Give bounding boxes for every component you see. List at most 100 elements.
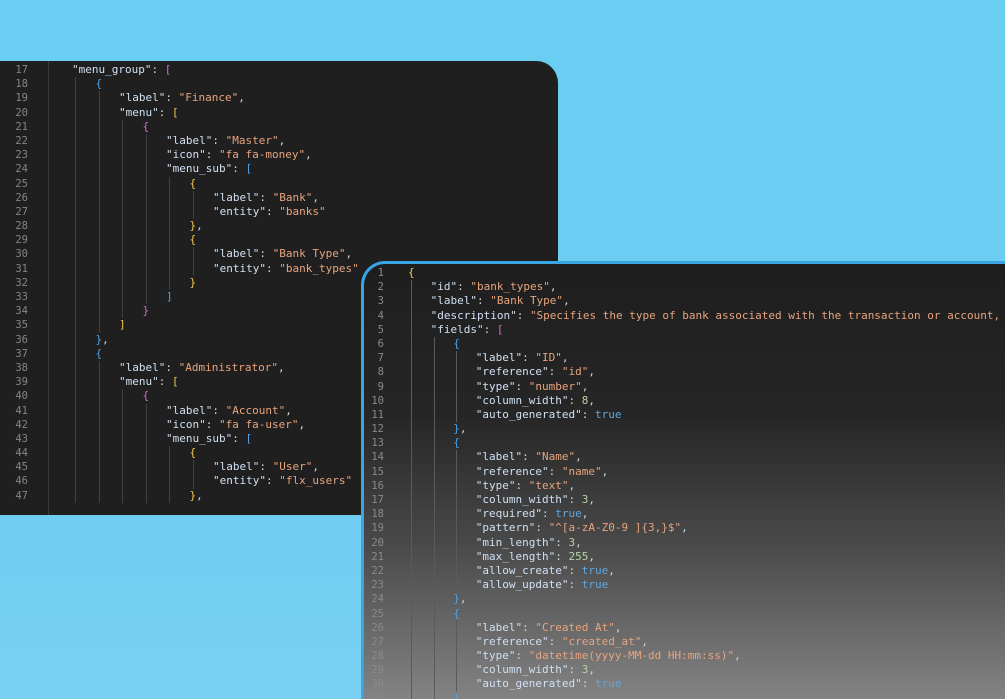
line-number: 24 (15, 163, 28, 176)
indent-guide (192, 460, 194, 475)
line-number: 36 (15, 333, 28, 346)
indent-guide (411, 507, 412, 522)
indent-guide (145, 133, 147, 149)
code-token: "entity" (213, 474, 266, 488)
line-number: 45 (15, 461, 28, 474)
code-text: "label": "Finance", (119, 91, 245, 105)
code-token: "label" (213, 460, 260, 474)
code-text: "label": "Bank", (213, 191, 319, 205)
indent-guide (145, 148, 147, 163)
line-number: 35 (15, 319, 28, 332)
code-text: ] (119, 318, 126, 332)
line-number: 18 (15, 78, 28, 91)
code-line: 14 "label": "Name", (364, 450, 1005, 465)
code-line: 2 "id": "bank_types", (364, 280, 1005, 295)
indent-guide (456, 407, 458, 423)
indent-guide (411, 563, 412, 579)
code-line: 19 "pattern": "^[a-zA-Z0-9 ]{3,}$", (364, 521, 1005, 536)
code-token: "auto_generated" (475, 407, 582, 421)
code-token: "icon" (166, 417, 206, 431)
code-token: "^[a-zA-Z0-9 ]{3,}$" (548, 521, 682, 535)
code-token: : (568, 393, 582, 407)
code-token: , (568, 478, 576, 492)
code-text: "pattern": "^[a-zA-Z0-9 ]{3,}$", (476, 521, 688, 535)
indent-guide (433, 464, 435, 479)
code-token: } (453, 691, 460, 699)
line-number: 37 (15, 347, 28, 360)
code-token: true (581, 578, 609, 592)
line-number: 44 (15, 447, 28, 460)
indent-guide (98, 460, 100, 475)
code-token: "label" (430, 294, 477, 308)
code-text: "column_width": 8, (476, 394, 595, 408)
indent-guide (75, 318, 76, 333)
indent-guide (169, 488, 170, 503)
indent-guide (122, 275, 123, 290)
code-token: , (278, 133, 286, 147)
code-text: "column_width": 3, (476, 493, 595, 507)
code-token: "id" (561, 365, 589, 379)
indent-guide (98, 417, 100, 432)
code-token: : (522, 450, 536, 464)
line-number: 19 (15, 92, 28, 105)
indent-guide (122, 261, 123, 276)
code-token: : (542, 507, 556, 521)
indent-guide (411, 634, 412, 650)
code-text: { (190, 177, 197, 191)
indent-guide (433, 436, 435, 451)
indent-guide (122, 403, 123, 418)
line-number: 22 (15, 134, 28, 147)
code-token: "fa fa-money" (219, 148, 306, 162)
indent-guide (75, 105, 76, 120)
indent-guide (192, 474, 194, 489)
code-token: "User" (272, 460, 313, 474)
code-token: "name" (561, 464, 602, 478)
code-token: { (453, 436, 460, 450)
code-token: : (568, 493, 582, 506)
code-token: : (548, 464, 562, 478)
code-token: : (548, 634, 562, 648)
indent-guide (98, 318, 100, 333)
code-text: "label": "Master", (166, 134, 285, 148)
line-number: 26 (15, 191, 28, 204)
indent-guide (433, 422, 435, 437)
indent-guide (433, 379, 435, 394)
indent-guide (456, 649, 458, 664)
indent-guide (122, 247, 123, 262)
code-token: "auto_generated" (475, 677, 582, 691)
indent-guide (98, 119, 100, 134)
code-line: 10 "column_width": 8, (364, 393, 1005, 408)
code-token: , (102, 332, 109, 346)
code-line: 19 "label": "Finance", (0, 91, 558, 106)
indent-guide (456, 507, 458, 522)
code-token: : (259, 247, 273, 261)
indent-guide (98, 162, 100, 177)
code-token: "Specifies the type of bank associated w… (529, 308, 1001, 322)
code-line: 31} (364, 691, 1005, 699)
code-text: "label": "User", (213, 460, 319, 474)
code-token: "label" (475, 351, 523, 365)
code-token: "Bank" (272, 190, 313, 204)
indent-guide (98, 204, 100, 220)
code-token: : (483, 322, 497, 336)
code-token: "label" (213, 190, 260, 204)
indent-guide (411, 336, 412, 352)
code-token: , (601, 464, 609, 478)
code-text: }, (190, 219, 203, 233)
indent-guide (145, 431, 147, 447)
code-token: : (259, 190, 273, 204)
line-number: 46 (15, 475, 28, 488)
code-token: : (232, 162, 246, 176)
code-token: "type" (475, 478, 516, 492)
code-text: } (190, 276, 197, 290)
indent-guide (122, 190, 123, 205)
indent-guide (98, 360, 100, 376)
code-text: "id": "bank_types", (431, 280, 557, 294)
code-line: 22 "label": "Master", (0, 133, 558, 149)
line-number: 12 (371, 423, 384, 436)
indent-guide (192, 204, 194, 220)
code-token: : (516, 308, 530, 322)
editor-panel-bank-types[interactable]: 1{2 "id": "bank_types", 3 "label": "Bank Ty… (361, 261, 1005, 699)
code-text: "entity": "bank_types" (213, 262, 359, 276)
code-token: : (568, 563, 582, 577)
